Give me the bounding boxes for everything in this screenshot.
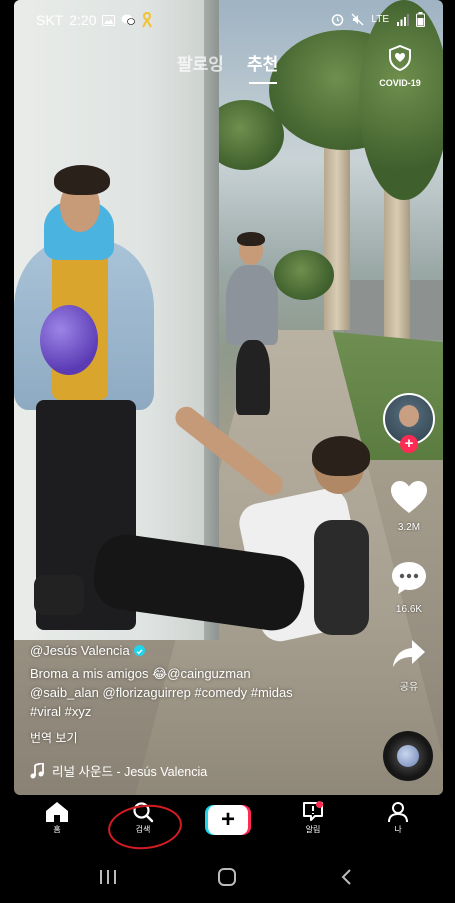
nav-profile[interactable]: 나 — [373, 801, 423, 835]
post-description: Broma a mis amigos 😂@cainguzman @saib_al… — [30, 664, 330, 721]
see-translation-link[interactable]: 번역 보기 — [30, 729, 340, 746]
tiktok-screen: SKT 2:20 LTE 팔로잉 추천 COVID-19 + 3.2M 16.6… — [0, 0, 455, 903]
walking-person-legs — [236, 340, 270, 415]
shield-heart-icon — [389, 44, 411, 72]
comment-count: 16.6K — [395, 604, 423, 615]
purple-balloon — [40, 305, 98, 375]
chat-bubble-icon — [121, 14, 136, 26]
description-line[interactable]: @saib_alan @florizaguirrep #comedy #mida… — [30, 683, 330, 702]
nav-inbox-label: 알림 — [305, 825, 321, 834]
backpack — [314, 520, 369, 635]
nav-home[interactable]: 홈 — [32, 801, 82, 835]
music-title[interactable]: 리널 사운드 - Jesús Valencia — [52, 761, 207, 780]
chevron-left-icon — [341, 869, 351, 885]
system-nav-bar — [0, 850, 455, 903]
home-system-button[interactable] — [217, 868, 237, 891]
tab-following[interactable]: 팔로잉 — [177, 50, 224, 75]
description-line[interactable]: Broma a mis amigos 😂@cainguzman — [30, 664, 330, 683]
share-label: 공유 — [399, 682, 419, 693]
share-arrow-icon — [393, 640, 425, 667]
status-bar: SKT 2:20 LTE — [0, 0, 455, 40]
nav-home-label: 홈 — [53, 825, 61, 834]
avatar-face — [399, 405, 419, 427]
creator-username-row[interactable]: @Jesús Valencia — [30, 643, 340, 658]
ribbon-icon — [141, 12, 153, 28]
tab-for-you[interactable]: 추천 — [247, 50, 278, 75]
bush — [274, 250, 334, 300]
nav-profile-label: 나 — [394, 825, 402, 834]
alarm-icon — [331, 13, 344, 26]
comment-button[interactable]: 16.6K — [383, 560, 435, 615]
creator-username[interactable]: @Jesús Valencia — [30, 643, 130, 658]
covid-label: COVID-19 — [379, 78, 421, 88]
recent-apps-icon — [100, 870, 116, 884]
music-cover-thumbnail — [397, 745, 419, 767]
walking-person-hair — [237, 232, 265, 246]
recent-apps-button[interactable] — [98, 868, 118, 891]
gallery-icon — [102, 14, 116, 26]
music-row[interactable]: 리널 사운드 - Jesús Valencia — [30, 761, 220, 780]
battery-icon — [416, 12, 425, 27]
notification-dot — [316, 801, 323, 808]
bottom-nav: 홈 검색 + 알림 나 — [0, 795, 455, 850]
share-button[interactable]: 공유 — [383, 638, 435, 693]
profile-icon — [388, 802, 408, 823]
carrier-label: SKT — [36, 12, 64, 28]
heart-icon — [391, 481, 427, 513]
active-tab-indicator — [249, 82, 277, 84]
status-left: SKT 2:20 — [36, 12, 153, 28]
post-caption: @Jesús Valencia Broma a mis amigos 😂@cai… — [30, 643, 340, 746]
back-button[interactable] — [339, 868, 353, 891]
plus-icon: + — [208, 805, 248, 835]
creator-avatar-group: + — [383, 393, 435, 453]
sneaker — [34, 575, 84, 615]
network-type: LTE — [371, 14, 389, 25]
signal-icon — [396, 13, 409, 26]
covid-button[interactable]: COVID-19 — [375, 44, 425, 88]
standing-person-hair — [54, 165, 110, 195]
verified-badge-icon — [133, 645, 145, 656]
description-line[interactable]: #viral #xyz — [30, 702, 330, 721]
home-icon — [46, 802, 68, 822]
clock: 2:20 — [69, 12, 97, 28]
home-square-icon — [218, 868, 236, 886]
nav-inbox[interactable]: 알림 — [288, 801, 338, 835]
create-button[interactable]: + — [205, 805, 251, 835]
like-button[interactable]: 3.2M — [383, 480, 435, 533]
follow-plus-button[interactable]: + — [400, 435, 418, 453]
walking-person-jacket — [226, 265, 278, 345]
status-right: LTE — [331, 12, 425, 27]
like-count: 3.2M — [397, 522, 421, 533]
seated-person-hair — [312, 436, 370, 476]
comment-bubble-icon — [392, 562, 426, 594]
music-disc[interactable] — [383, 731, 433, 781]
music-note-icon — [30, 762, 44, 778]
mute-icon — [351, 13, 364, 26]
